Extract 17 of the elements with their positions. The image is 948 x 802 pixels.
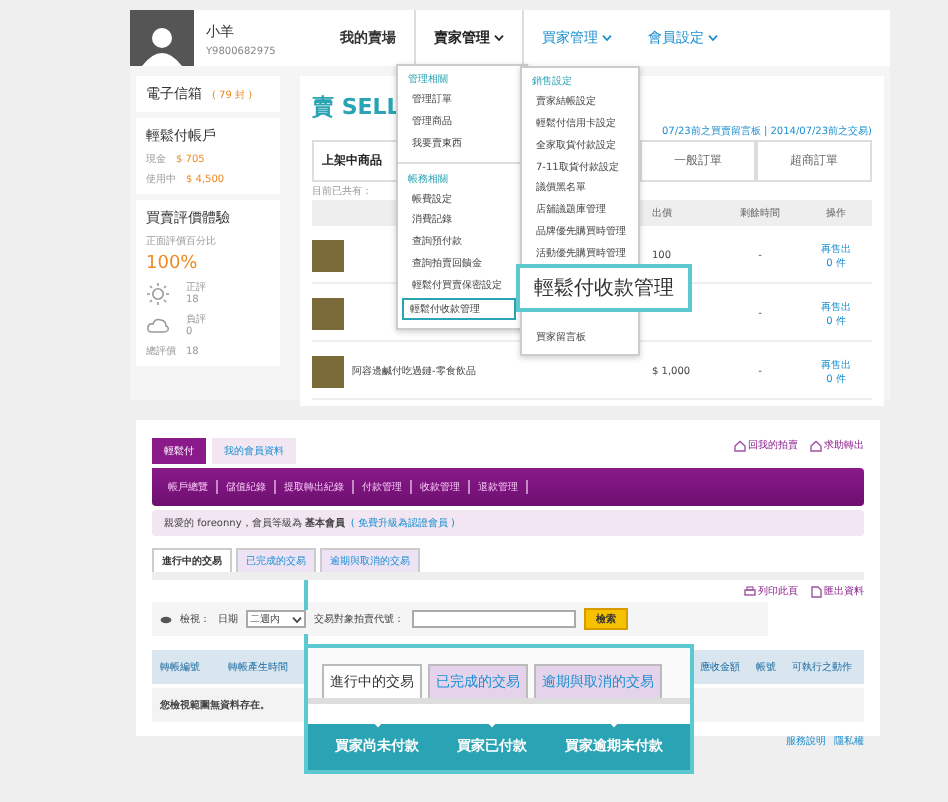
page-title: 賣 SELL: [312, 92, 401, 122]
rating-percent: 100%: [146, 254, 200, 274]
callout-label: 輕鬆付收款管理: [516, 264, 692, 312]
search-field[interactable]: [412, 610, 576, 628]
house-icon: [810, 439, 822, 451]
person-silhouette-icon: [140, 22, 184, 66]
house-icon: [734, 439, 746, 451]
cloud-icon: [146, 313, 170, 337]
export-icon: [810, 585, 822, 597]
printer-icon: [744, 585, 756, 597]
photo-placeholder: [312, 355, 344, 387]
leader-line: [304, 580, 308, 610]
photo-placeholder: [312, 297, 344, 329]
photo-placeholder: [312, 239, 344, 271]
sun-icon: [146, 281, 170, 305]
caret-icon: [292, 615, 302, 623]
eye-icon: [160, 615, 172, 623]
